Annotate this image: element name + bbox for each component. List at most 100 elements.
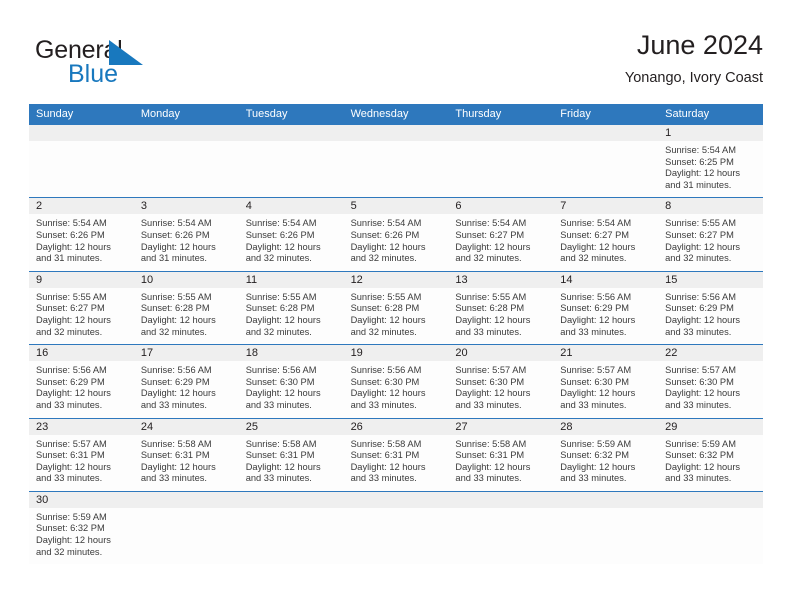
daylight-text-line1: Daylight: 12 hours — [665, 388, 741, 399]
calendar-day-cell[interactable]: 5 Sunrise: 5:54 AM Sunset: 6:26 PM Daylight… — [343, 198, 449, 271]
sunset-text: Sunset: 6:32 PM — [560, 450, 630, 461]
day-number: 23 — [29, 418, 134, 435]
sunset-text: Sunset: 6:26 PM — [245, 229, 315, 240]
daylight-text-line1: Daylight: 12 hours — [245, 241, 321, 252]
daylight-text-line1: Daylight: 12 hours — [560, 388, 636, 399]
calendar-day-cell[interactable]: 23 Sunrise: 5:57 AM Sunset: 6:31 PM Dayligh… — [29, 418, 134, 491]
sunrise-text: Sunrise: 5:59 AM — [665, 438, 736, 449]
calendar-day-cell-empty — [343, 125, 449, 198]
daylight-text-line1: Daylight: 12 hours — [665, 461, 741, 472]
calendar-day-cell-empty — [133, 125, 239, 198]
calendar-day-cell[interactable]: 7 Sunrise: 5:54 AM Sunset: 6:27 PM Daylight… — [553, 198, 659, 271]
calendar-day-cell[interactable]: 19 Sunrise: 5:56 AM Sunset: 6:30 PM Dayligh… — [343, 345, 449, 418]
daylight-text-line2: and 32 minutes. — [140, 326, 207, 337]
weekday-header-friday: Friday — [560, 108, 591, 120]
daylight-text-line2: and 33 minutes. — [36, 473, 103, 484]
day-number: 29 — [658, 418, 763, 435]
calendar-week-row: 30 Sunrise: 5:59 AM Sunset: 6:32 PM Dayligh… — [29, 490, 763, 565]
day-details: Sunrise: 5:55 AM Sunset: 6:27 PM Daylight:… — [29, 288, 134, 344]
weekday-header-sunday: Sunday — [36, 108, 74, 120]
day-details: Sunrise: 5:58 AM Sunset: 6:31 PM Daylight:… — [239, 435, 344, 491]
calendar-day-cell[interactable]: 6 Sunrise: 5:54 AM Sunset: 6:27 PM Daylight… — [448, 198, 554, 271]
sunrise-text: Sunrise: 5:55 AM — [36, 291, 107, 302]
calendar-day-cell[interactable]: 9 Sunrise: 5:55 AM Sunset: 6:27 PM Daylight… — [29, 271, 134, 345]
daylight-text-line1: Daylight: 12 hours — [36, 314, 111, 325]
sunset-text: Sunset: 6:28 PM — [455, 303, 525, 314]
calendar-day-cell[interactable]: 17 Sunrise: 5:56 AM Sunset: 6:29 PM Dayligh… — [133, 345, 239, 418]
calendar-day-cell[interactable]: 21 Sunrise: 5:57 AM Sunset: 6:30 PM Dayligh… — [553, 345, 659, 418]
day-details: Sunrise: 5:58 AM Sunset: 6:31 PM Daylight:… — [134, 435, 239, 491]
day-number: 10 — [133, 271, 239, 288]
general-blue-logo[interactable]: General Blue — [35, 36, 195, 92]
day-number — [133, 491, 239, 508]
sunset-text: Sunset: 6:31 PM — [36, 450, 105, 461]
sunset-text: Sunset: 6:29 PM — [140, 376, 210, 387]
calendar-day-cell[interactable]: 16 Sunrise: 5:56 AM Sunset: 6:29 PM Dayligh… — [29, 345, 134, 418]
calendar-day-cell[interactable]: 20 Sunrise: 5:57 AM Sunset: 6:30 PM Dayligh… — [448, 345, 554, 418]
day-number: 19 — [343, 345, 449, 362]
day-details: Sunrise: 5:58 AM Sunset: 6:31 PM Daylight:… — [448, 435, 553, 491]
sunset-text: Sunset: 6:28 PM — [350, 303, 420, 314]
daylight-text-line1: Daylight: 12 hours — [36, 461, 111, 472]
sunrise-text: Sunrise: 5:55 AM — [140, 291, 212, 302]
calendar-day-cell[interactable]: 27 Sunrise: 5:58 AM Sunset: 6:31 PM Dayligh… — [448, 418, 554, 491]
daylight-text-line2: and 33 minutes. — [140, 399, 207, 410]
calendar-day-cell[interactable]: 29 Sunrise: 5:59 AM Sunset: 6:32 PM Dayligh… — [658, 418, 763, 491]
calendar-day-cell[interactable]: 30 Sunrise: 5:59 AM Sunset: 6:32 PM Dayligh… — [29, 491, 134, 565]
day-number: 26 — [343, 418, 449, 435]
calendar-day-cell-empty — [448, 125, 554, 198]
calendar-day-cell[interactable]: 10 Sunrise: 5:55 AM Sunset: 6:28 PM Dayligh… — [133, 271, 239, 345]
sunrise-text: Sunrise: 5:57 AM — [36, 438, 107, 449]
calendar-day-cell[interactable]: 26 Sunrise: 5:58 AM Sunset: 6:31 PM Dayligh… — [343, 418, 449, 491]
calendar-day-cell[interactable]: 24 Sunrise: 5:58 AM Sunset: 6:31 PM Dayligh… — [133, 418, 239, 491]
day-details: Sunrise: 5:56 AM Sunset: 6:29 PM Daylight:… — [553, 288, 658, 344]
calendar-day-cell[interactable]: 4 Sunrise: 5:54 AM Sunset: 6:26 PM Daylight… — [238, 198, 344, 271]
day-number: 15 — [658, 271, 763, 288]
calendar-day-cell[interactable]: 18 Sunrise: 5:56 AM Sunset: 6:30 PM Dayligh… — [238, 345, 344, 418]
calendar-day-cell[interactable]: 12 Sunrise: 5:55 AM Sunset: 6:28 PM Dayligh… — [343, 271, 449, 345]
calendar-day-cell-empty — [238, 125, 344, 198]
calendar-day-cell[interactable]: 11 Sunrise: 5:55 AM Sunset: 6:28 PM Dayligh… — [238, 271, 344, 345]
day-details: Sunrise: 5:57 AM Sunset: 6:30 PM Daylight:… — [658, 361, 763, 417]
calendar-day-cell[interactable]: 8 Sunrise: 5:55 AM Sunset: 6:27 PM Daylight… — [658, 198, 763, 271]
calendar-day-cell[interactable]: 15 Sunrise: 5:56 AM Sunset: 6:29 PM Dayligh… — [658, 271, 763, 345]
day-number — [238, 491, 344, 508]
calendar-week-row: 9 Sunrise: 5:55 AM Sunset: 6:27 PM Daylight… — [29, 270, 763, 345]
day-details: Sunrise: 5:55 AM Sunset: 6:28 PM Daylight:… — [134, 288, 239, 344]
day-number — [658, 491, 763, 508]
day-number: 3 — [133, 198, 239, 215]
day-number: 5 — [343, 198, 449, 215]
day-details: Sunrise: 5:59 AM Sunset: 6:32 PM Daylight:… — [553, 435, 658, 491]
day-details: Sunrise: 5:55 AM Sunset: 6:28 PM Daylight:… — [344, 288, 449, 344]
day-number — [133, 125, 239, 141]
weekday-header-monday: Monday — [140, 108, 180, 120]
calendar-day-cell[interactable]: 1 Sunrise: 5:54 AM Sunset: 6:25 PM Daylight… — [658, 125, 763, 198]
day-number — [448, 491, 554, 508]
sunrise-text: Sunrise: 5:55 AM — [350, 291, 422, 302]
day-details: Sunrise: 5:54 AM Sunset: 6:25 PM Daylight:… — [658, 141, 763, 197]
calendar-week-grid: 23 Sunrise: 5:57 AM Sunset: 6:31 PM Dayligh… — [29, 418, 763, 491]
day-details: Sunrise: 5:56 AM Sunset: 6:30 PM Daylight:… — [344, 361, 449, 417]
calendar-day-cell[interactable]: 3 Sunrise: 5:54 AM Sunset: 6:26 PM Daylight… — [133, 198, 239, 271]
calendar-day-cell[interactable]: 22 Sunrise: 5:57 AM Sunset: 6:30 PM Dayligh… — [658, 345, 763, 418]
calendar-week-grid: 9 Sunrise: 5:55 AM Sunset: 6:27 PM Daylight… — [29, 271, 763, 345]
calendar-day-cell[interactable]: 14 Sunrise: 5:56 AM Sunset: 6:29 PM Dayligh… — [553, 271, 659, 345]
day-number — [343, 491, 449, 508]
daylight-text-line1: Daylight: 12 hours — [36, 535, 111, 546]
daylight-text-line2: and 32 minutes. — [665, 253, 732, 264]
calendar-day-cell-empty — [553, 125, 659, 198]
daylight-text-line2: and 31 minutes. — [36, 253, 103, 264]
calendar-day-cell[interactable]: 13 Sunrise: 5:55 AM Sunset: 6:28 PM Dayligh… — [448, 271, 554, 345]
sunrise-text: Sunrise: 5:54 AM — [140, 218, 212, 229]
sunset-text: Sunset: 6:30 PM — [455, 376, 525, 387]
calendar-day-cell[interactable]: 28 Sunrise: 5:59 AM Sunset: 6:32 PM Dayligh… — [553, 418, 659, 491]
weekday-header-saturday: Saturday — [665, 108, 710, 120]
daylight-text-line1: Daylight: 12 hours — [140, 241, 216, 252]
sunrise-text: Sunrise: 5:56 AM — [140, 365, 212, 376]
day-number: 27 — [448, 418, 554, 435]
calendar-day-cell[interactable]: 25 Sunrise: 5:58 AM Sunset: 6:31 PM Dayligh… — [238, 418, 344, 491]
daylight-text-line2: and 32 minutes. — [455, 253, 522, 264]
sunrise-text: Sunrise: 5:55 AM — [665, 218, 736, 229]
sunset-text: Sunset: 6:26 PM — [350, 229, 420, 240]
calendar-day-cell[interactable]: 2 Sunrise: 5:54 AM Sunset: 6:26 PM Daylight… — [29, 198, 134, 271]
